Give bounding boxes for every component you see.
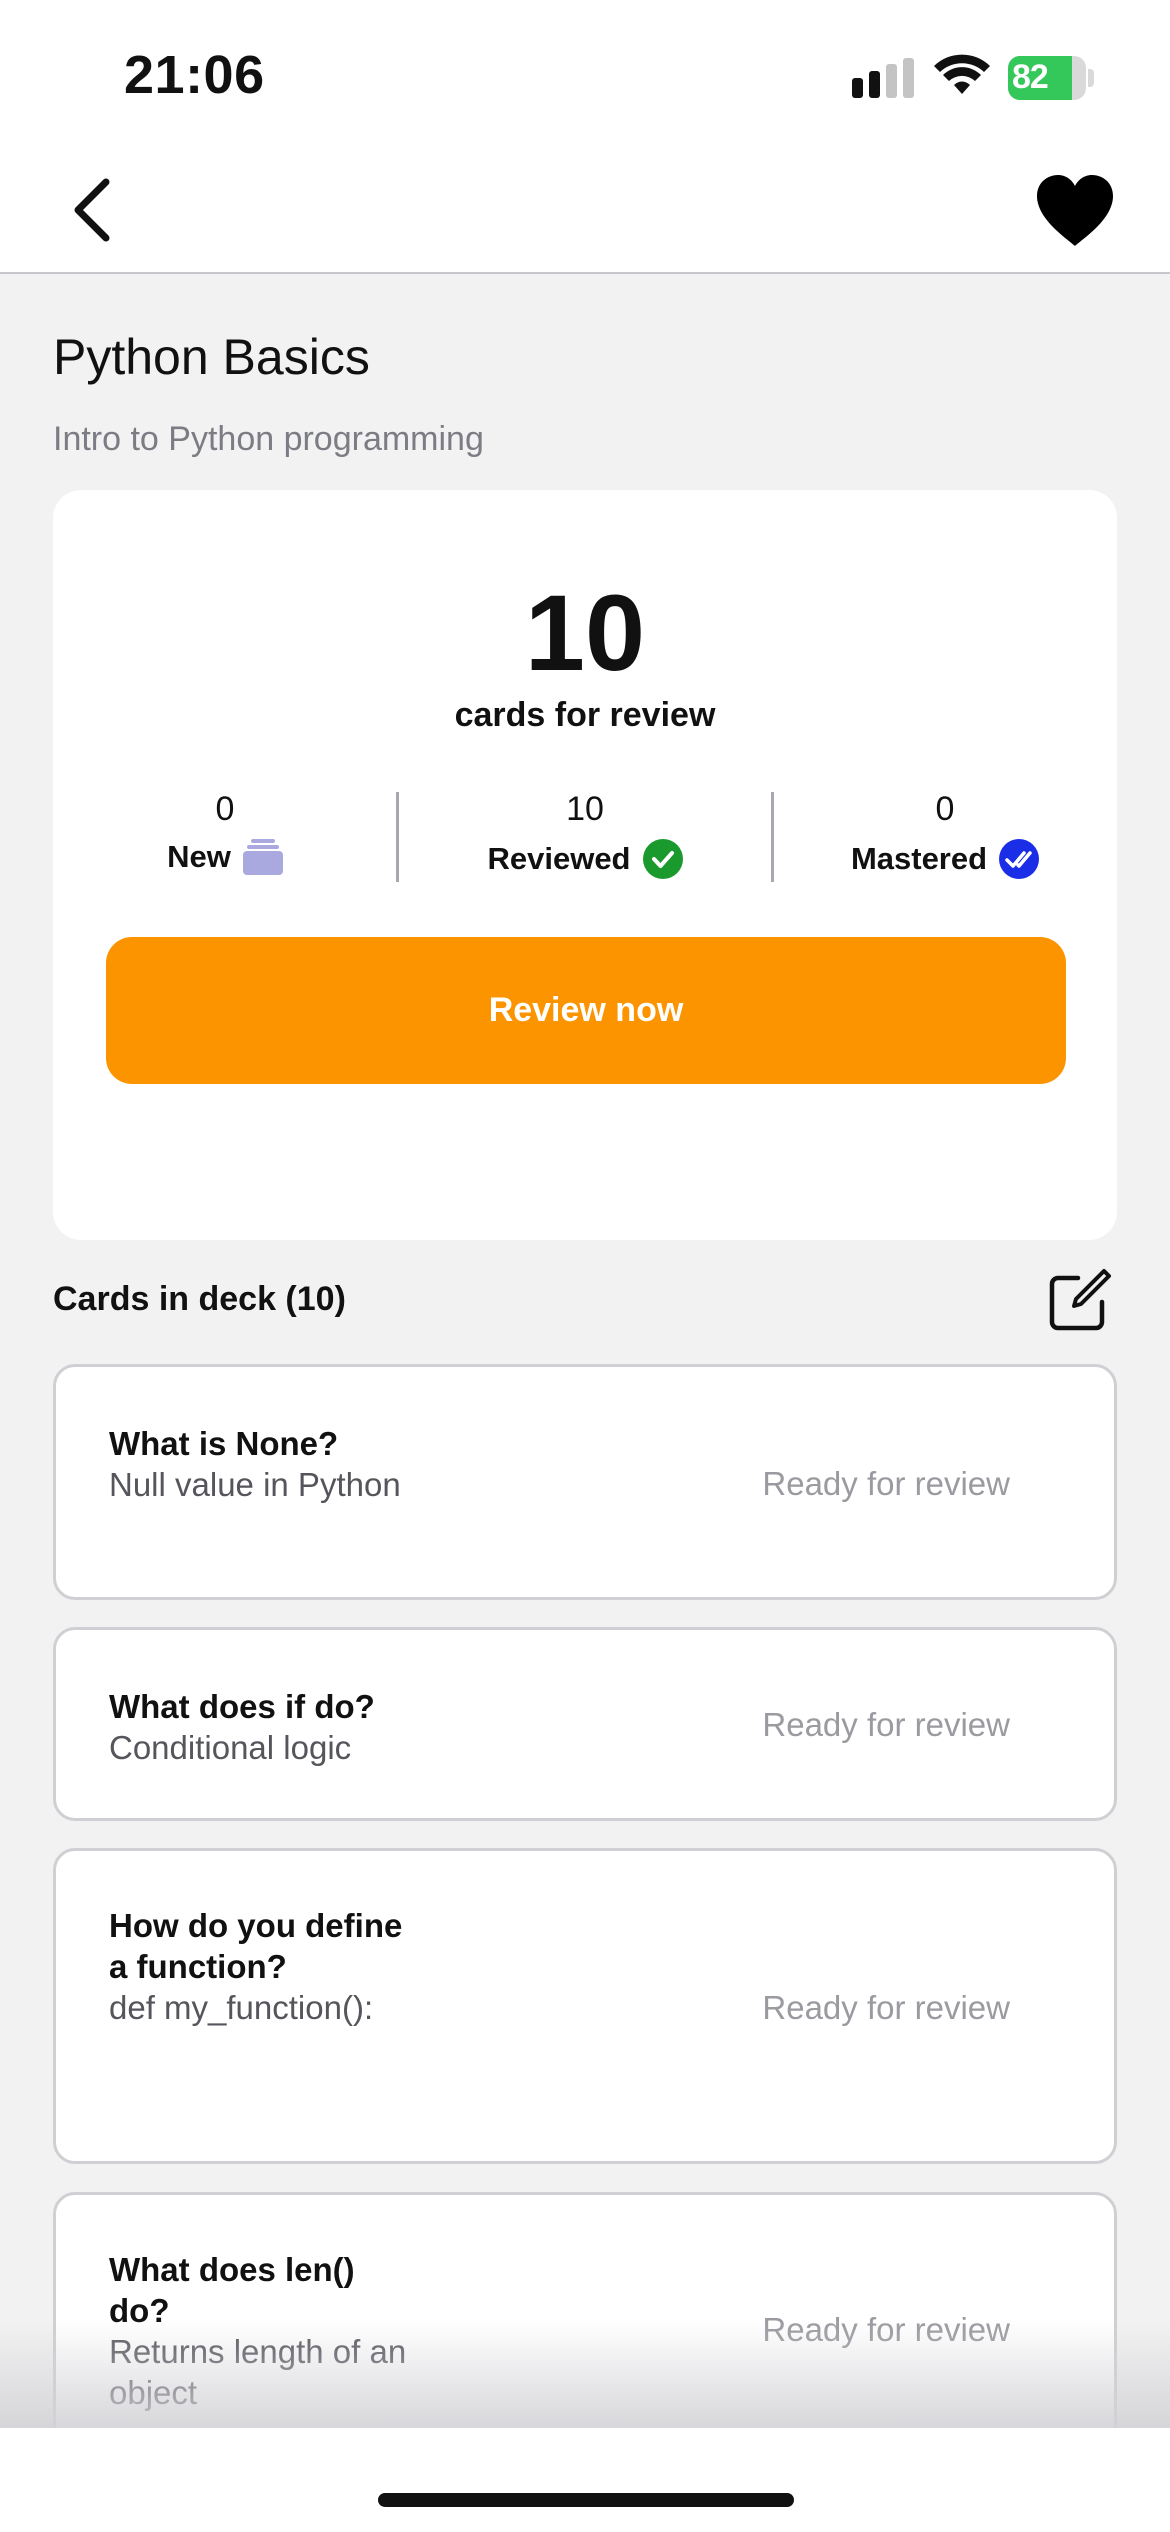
card-stack-icon (242, 839, 283, 875)
card-status: Ready for review (762, 1706, 1010, 1743)
card-answer: def my_function(): (109, 1989, 374, 2026)
review-count-label: cards for review (454, 696, 716, 734)
battery-charging-icon: 82 (1008, 56, 1094, 100)
stat-mastered: 0 Mastered (773, 790, 1117, 879)
stat-mastered-label: Mastered (850, 841, 988, 876)
stat-reviewed-value: 10 (566, 790, 604, 828)
check-circle-icon (642, 839, 683, 879)
card-status: Ready for review (762, 2311, 1010, 2348)
battery-body: 82 (1008, 56, 1086, 100)
card-question: What does len() do? (109, 2251, 355, 2329)
card-item[interactable]: What does if do? Conditional logic Ready… (53, 1627, 1117, 1821)
review-summary-card: 10 cards for review 0 New 10 Reviewed 0 … (53, 490, 1117, 1240)
card-question: What is None? (109, 1425, 339, 1462)
review-count: 10 (524, 572, 646, 693)
card-answer: Returns length of an object (109, 2333, 407, 2411)
stat-reviewed: 10 Reviewed (397, 790, 773, 879)
stat-new-value: 0 (215, 790, 235, 828)
wifi-icon (934, 54, 990, 94)
screen: 21:06 82 Python Basics Intro to Python p… (0, 0, 1170, 2532)
battery-percent: 82 (1012, 58, 1049, 96)
nav-bar (0, 140, 1170, 274)
favorite-button[interactable] (1030, 166, 1120, 256)
bottom-safe-area (0, 2428, 1170, 2532)
signal-icon (852, 58, 914, 98)
stat-reviewed-label: Reviewed (487, 841, 631, 876)
stat-mastered-value: 0 (935, 790, 955, 828)
heart-filled-icon (1037, 175, 1113, 246)
battery-cap (1088, 69, 1094, 87)
card-status: Ready for review (762, 1465, 1010, 1502)
deck-subtitle: Intro to Python programming (53, 420, 484, 458)
cards-section-title: Cards in deck (10) (53, 1280, 346, 1318)
back-button[interactable] (52, 170, 132, 250)
home-indicator[interactable] (378, 2493, 794, 2507)
deck-title: Python Basics (53, 329, 370, 385)
edit-icon (1049, 1269, 1111, 1331)
review-now-button[interactable]: Review now (106, 937, 1066, 1084)
chevron-left-icon (74, 178, 110, 242)
card-answer: Null value in Python (109, 1466, 401, 1503)
card-item[interactable]: What is None? Null value in Python Ready… (53, 1364, 1117, 1600)
edit-deck-button[interactable] (1046, 1266, 1114, 1334)
status-time: 21:06 (124, 45, 265, 105)
stat-new: 0 New (53, 790, 397, 875)
card-question: How do you define a function? (109, 1907, 403, 1985)
status-bar: 21:06 82 (0, 0, 1170, 140)
card-question: What does if do? (109, 1688, 375, 1725)
stat-new-label: New (167, 839, 231, 874)
card-answer: Conditional logic (109, 1729, 352, 1766)
double-check-icon (999, 839, 1040, 879)
card-status: Ready for review (762, 1989, 1010, 2026)
card-item[interactable]: How do you define a function? def my_fun… (53, 1848, 1117, 2164)
